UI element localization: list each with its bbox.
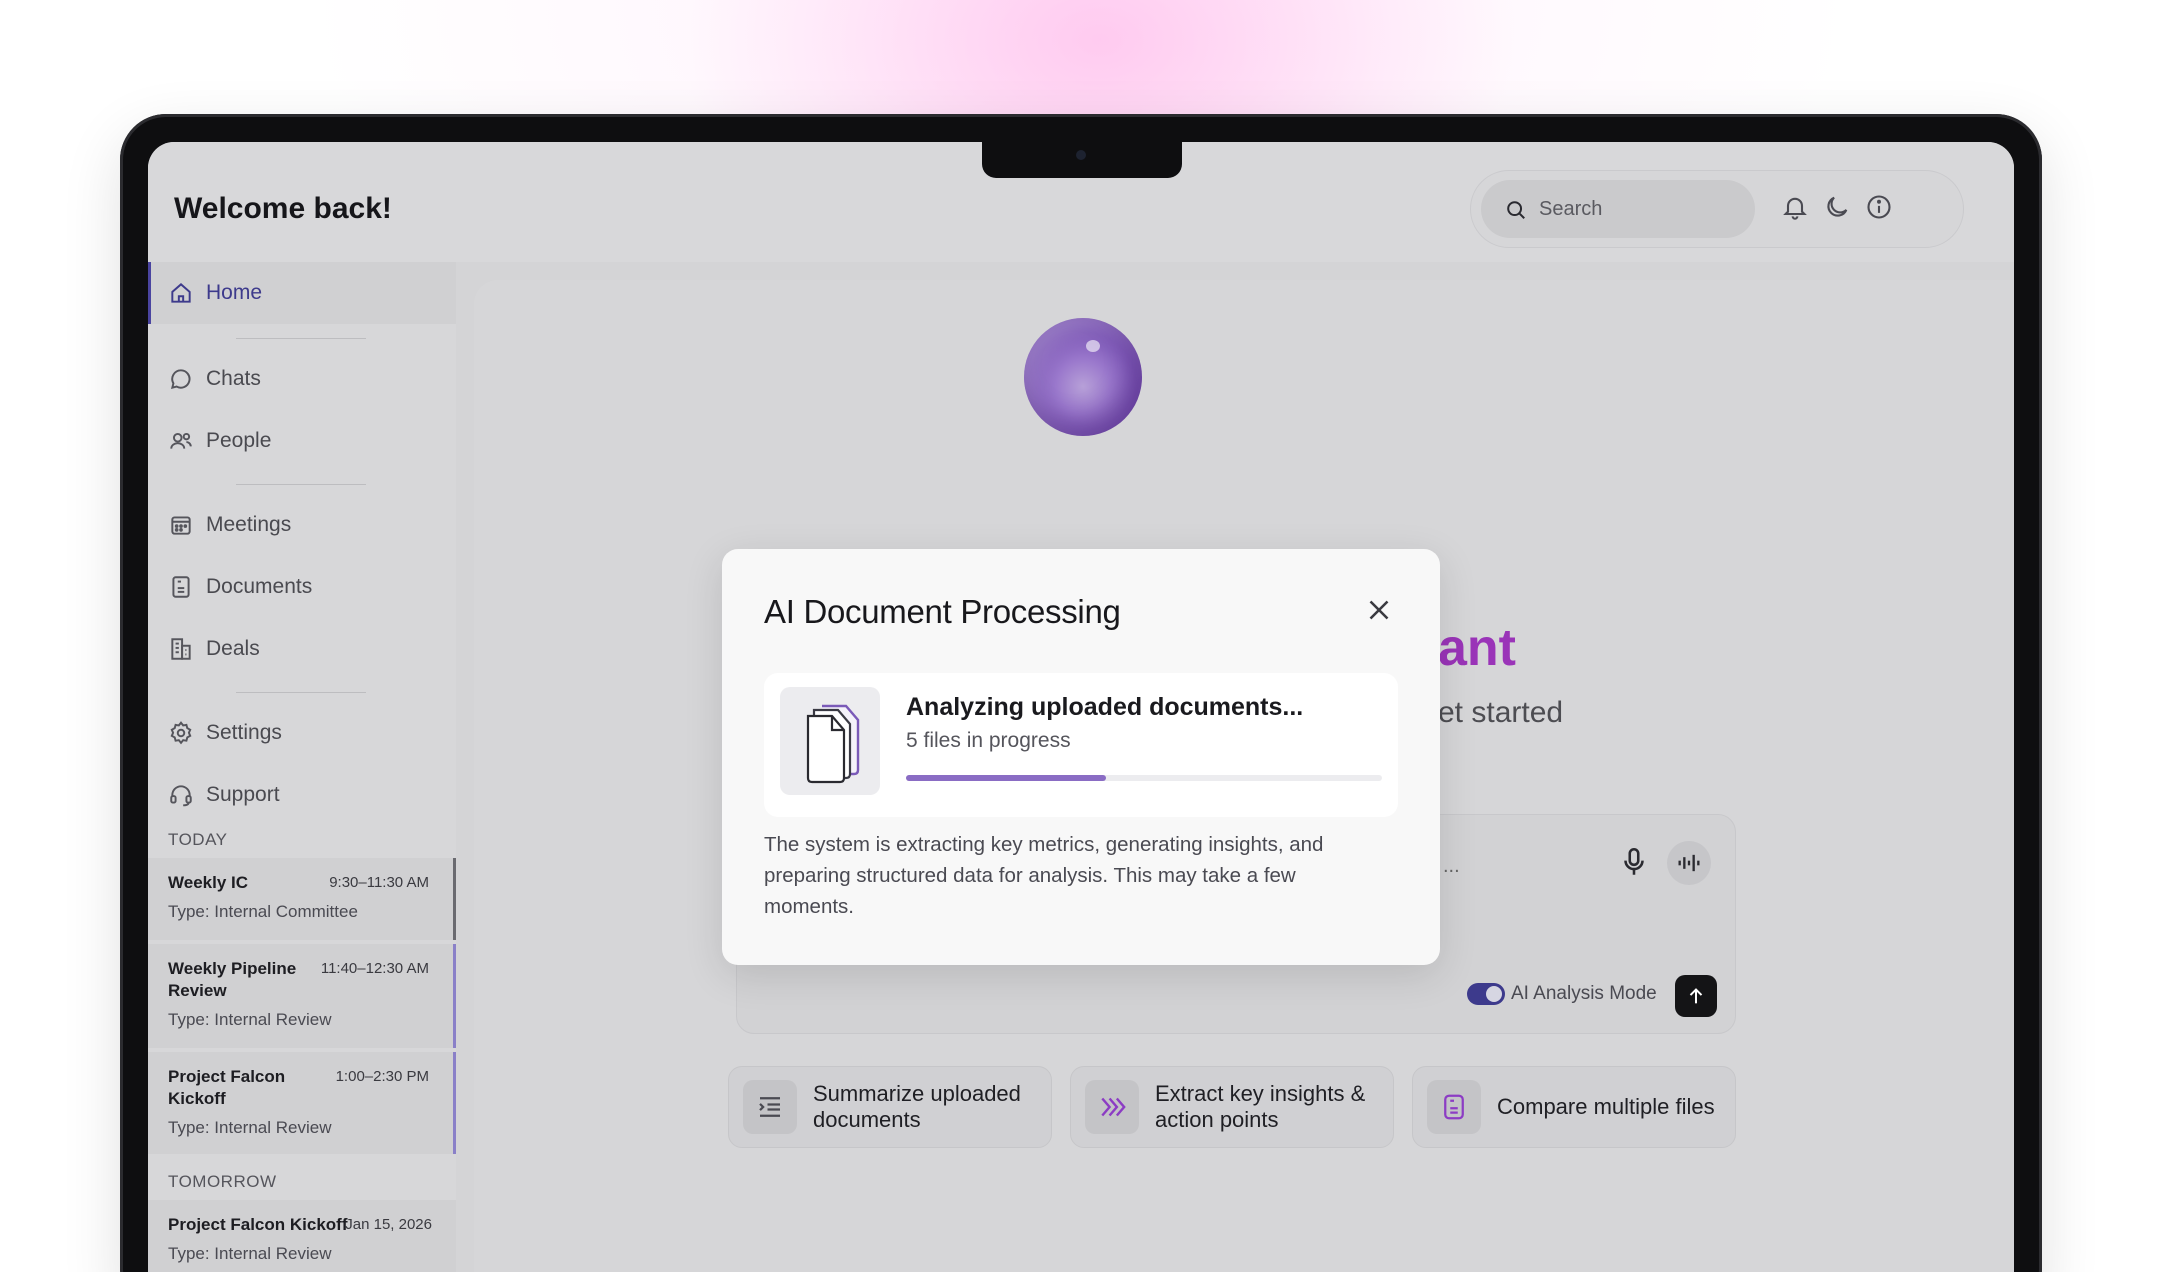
home-icon <box>171 283 191 303</box>
meeting-title: Weekly IC <box>168 873 249 892</box>
meeting-item[interactable]: Project Falcon Kickoff 1:00–2:30 PM Type… <box>148 1052 456 1154</box>
ai-mode-label: AI Analysis Mode <box>1511 983 1657 1004</box>
meeting-title: Project Falcon Kickoff <box>168 1215 348 1234</box>
camera-notch <box>982 142 1182 178</box>
nav-divider <box>236 484 366 485</box>
meeting-type: Type: Internal Review <box>168 1118 332 1137</box>
close-icon[interactable] <box>1362 593 1396 627</box>
prompt-placeholder: ... <box>1443 855 1460 877</box>
search-icon <box>1507 201 1525 219</box>
search-bar[interactable] <box>1481 180 1755 238</box>
progress-bar <box>906 775 1382 781</box>
suggestion-icon-box <box>1427 1080 1481 1134</box>
sidebar-item-documents[interactable]: Documents <box>148 556 456 618</box>
microphone-icon[interactable] <box>1617 845 1651 879</box>
suggestion-label: Extract key insights & action points <box>1155 1081 1366 1132</box>
sidebar-item-label: Support <box>206 783 280 806</box>
sidebar-item-settings[interactable]: Settings <box>148 702 456 764</box>
meeting-type: Type: Internal Review <box>168 1244 332 1263</box>
sidebar-item-support[interactable]: Support <box>148 764 456 826</box>
sidebar: Home Chats People Meetings Documents Dea… <box>148 262 456 1272</box>
nav-divider <box>236 338 366 339</box>
documents-stack-icon <box>806 704 860 784</box>
meeting-title: Project Falcon Kickoff <box>168 1067 286 1108</box>
sidebar-item-meetings[interactable]: Meetings <box>148 494 456 556</box>
document-stack-thumbnail <box>780 687 880 795</box>
meeting-type: Type: Internal Committee <box>168 902 358 921</box>
building-icon <box>171 638 191 660</box>
suggestion-icon-box <box>1085 1080 1139 1134</box>
sidebar-item-label: People <box>206 429 272 452</box>
document-icon <box>172 576 190 598</box>
meeting-item[interactable]: Weekly Pipeline Review 11:40–12:30 AM Ty… <box>148 944 456 1048</box>
sidebar-item-deals[interactable]: Deals <box>148 618 456 680</box>
assistant-orb <box>1024 318 1142 436</box>
sidebar-item-home[interactable]: Home <box>148 262 456 324</box>
suggestion-icon-box <box>743 1080 797 1134</box>
meeting-type: Type: Internal Review <box>168 1010 332 1029</box>
sidebar-item-people[interactable]: People <box>148 410 456 472</box>
meeting-time: 9:30–11:30 AM <box>329 874 429 891</box>
sidebar-item-chats[interactable]: Chats <box>148 348 456 410</box>
meeting-time: Jan 15, 2026 <box>345 1216 432 1233</box>
waveform-icon <box>1678 854 1700 872</box>
meeting-item[interactable]: Weekly IC 9:30–11:30 AM Type: Internal C… <box>148 858 456 940</box>
meeting-time: 11:40–12:30 AM <box>320 960 429 977</box>
people-icon <box>170 432 192 449</box>
camera-dot <box>1076 150 1086 160</box>
bell-icon[interactable] <box>1781 193 1809 221</box>
calendar-icon <box>171 516 191 535</box>
meeting-time: 1:00–2:30 PM <box>335 1068 429 1085</box>
hero-subtitle: et started <box>1438 696 1564 729</box>
nav-divider <box>236 692 366 693</box>
moon-icon[interactable] <box>1823 193 1851 221</box>
ai-processing-modal: AI Document Processing Analyzing uploade… <box>722 549 1440 965</box>
file-compare-icon <box>1444 1094 1464 1120</box>
meeting-title: Weekly Pipeline Review <box>168 959 297 1000</box>
suggestion-label: Summarize uploaded documents <box>813 1081 1021 1132</box>
section-label-today: TODAY <box>168 830 228 849</box>
progress-bar-fill <box>906 775 1106 781</box>
ai-mode-toggle[interactable] <box>1467 983 1505 1005</box>
modal-title: AI Document Processing <box>764 593 1121 630</box>
sidebar-item-label: Settings <box>206 721 282 744</box>
search-input[interactable] <box>1539 197 1739 221</box>
headset-icon <box>170 785 192 807</box>
sidebar-item-label: Chats <box>206 367 261 390</box>
voice-wave-button[interactable] <box>1667 841 1711 885</box>
suggestion-summarize[interactable]: Summarize uploaded documents <box>728 1066 1052 1148</box>
sidebar-item-label: Documents <box>206 575 313 598</box>
info-icon[interactable] <box>1865 193 1893 221</box>
processing-title: Analyzing uploaded documents... <box>906 693 1304 721</box>
processing-status-card: Analyzing uploaded documents... 5 files … <box>764 673 1398 817</box>
sidebar-item-label: Meetings <box>206 513 292 536</box>
arrow-up-icon <box>1689 988 1703 1004</box>
processing-subtitle: 5 files in progress <box>906 729 1071 752</box>
suggestion-extract[interactable]: Extract key insights & action points <box>1070 1066 1394 1148</box>
meeting-item[interactable]: Project Falcon Kickoff Jan 15, 2026 Type… <box>148 1200 456 1272</box>
header-tools <box>1470 170 1964 248</box>
sidebar-item-label: Home <box>206 281 263 304</box>
modal-description: The system is extracting key metrics, ge… <box>764 833 1324 918</box>
hero-title: ant <box>1438 619 1516 677</box>
suggestion-label: Compare multiple files <box>1497 1094 1715 1119</box>
section-label-tomorrow: TOMORROW <box>168 1172 277 1191</box>
gear-icon <box>170 721 192 745</box>
list-indent-icon <box>759 1097 780 1117</box>
chat-icon <box>170 369 191 390</box>
chevrons-insight-icon <box>1101 1097 1126 1117</box>
send-button[interactable] <box>1675 975 1717 1017</box>
page-title: Welcome back! <box>174 192 392 225</box>
suggestion-compare[interactable]: Compare multiple files <box>1412 1066 1736 1148</box>
sidebar-item-label: Deals <box>206 637 260 660</box>
